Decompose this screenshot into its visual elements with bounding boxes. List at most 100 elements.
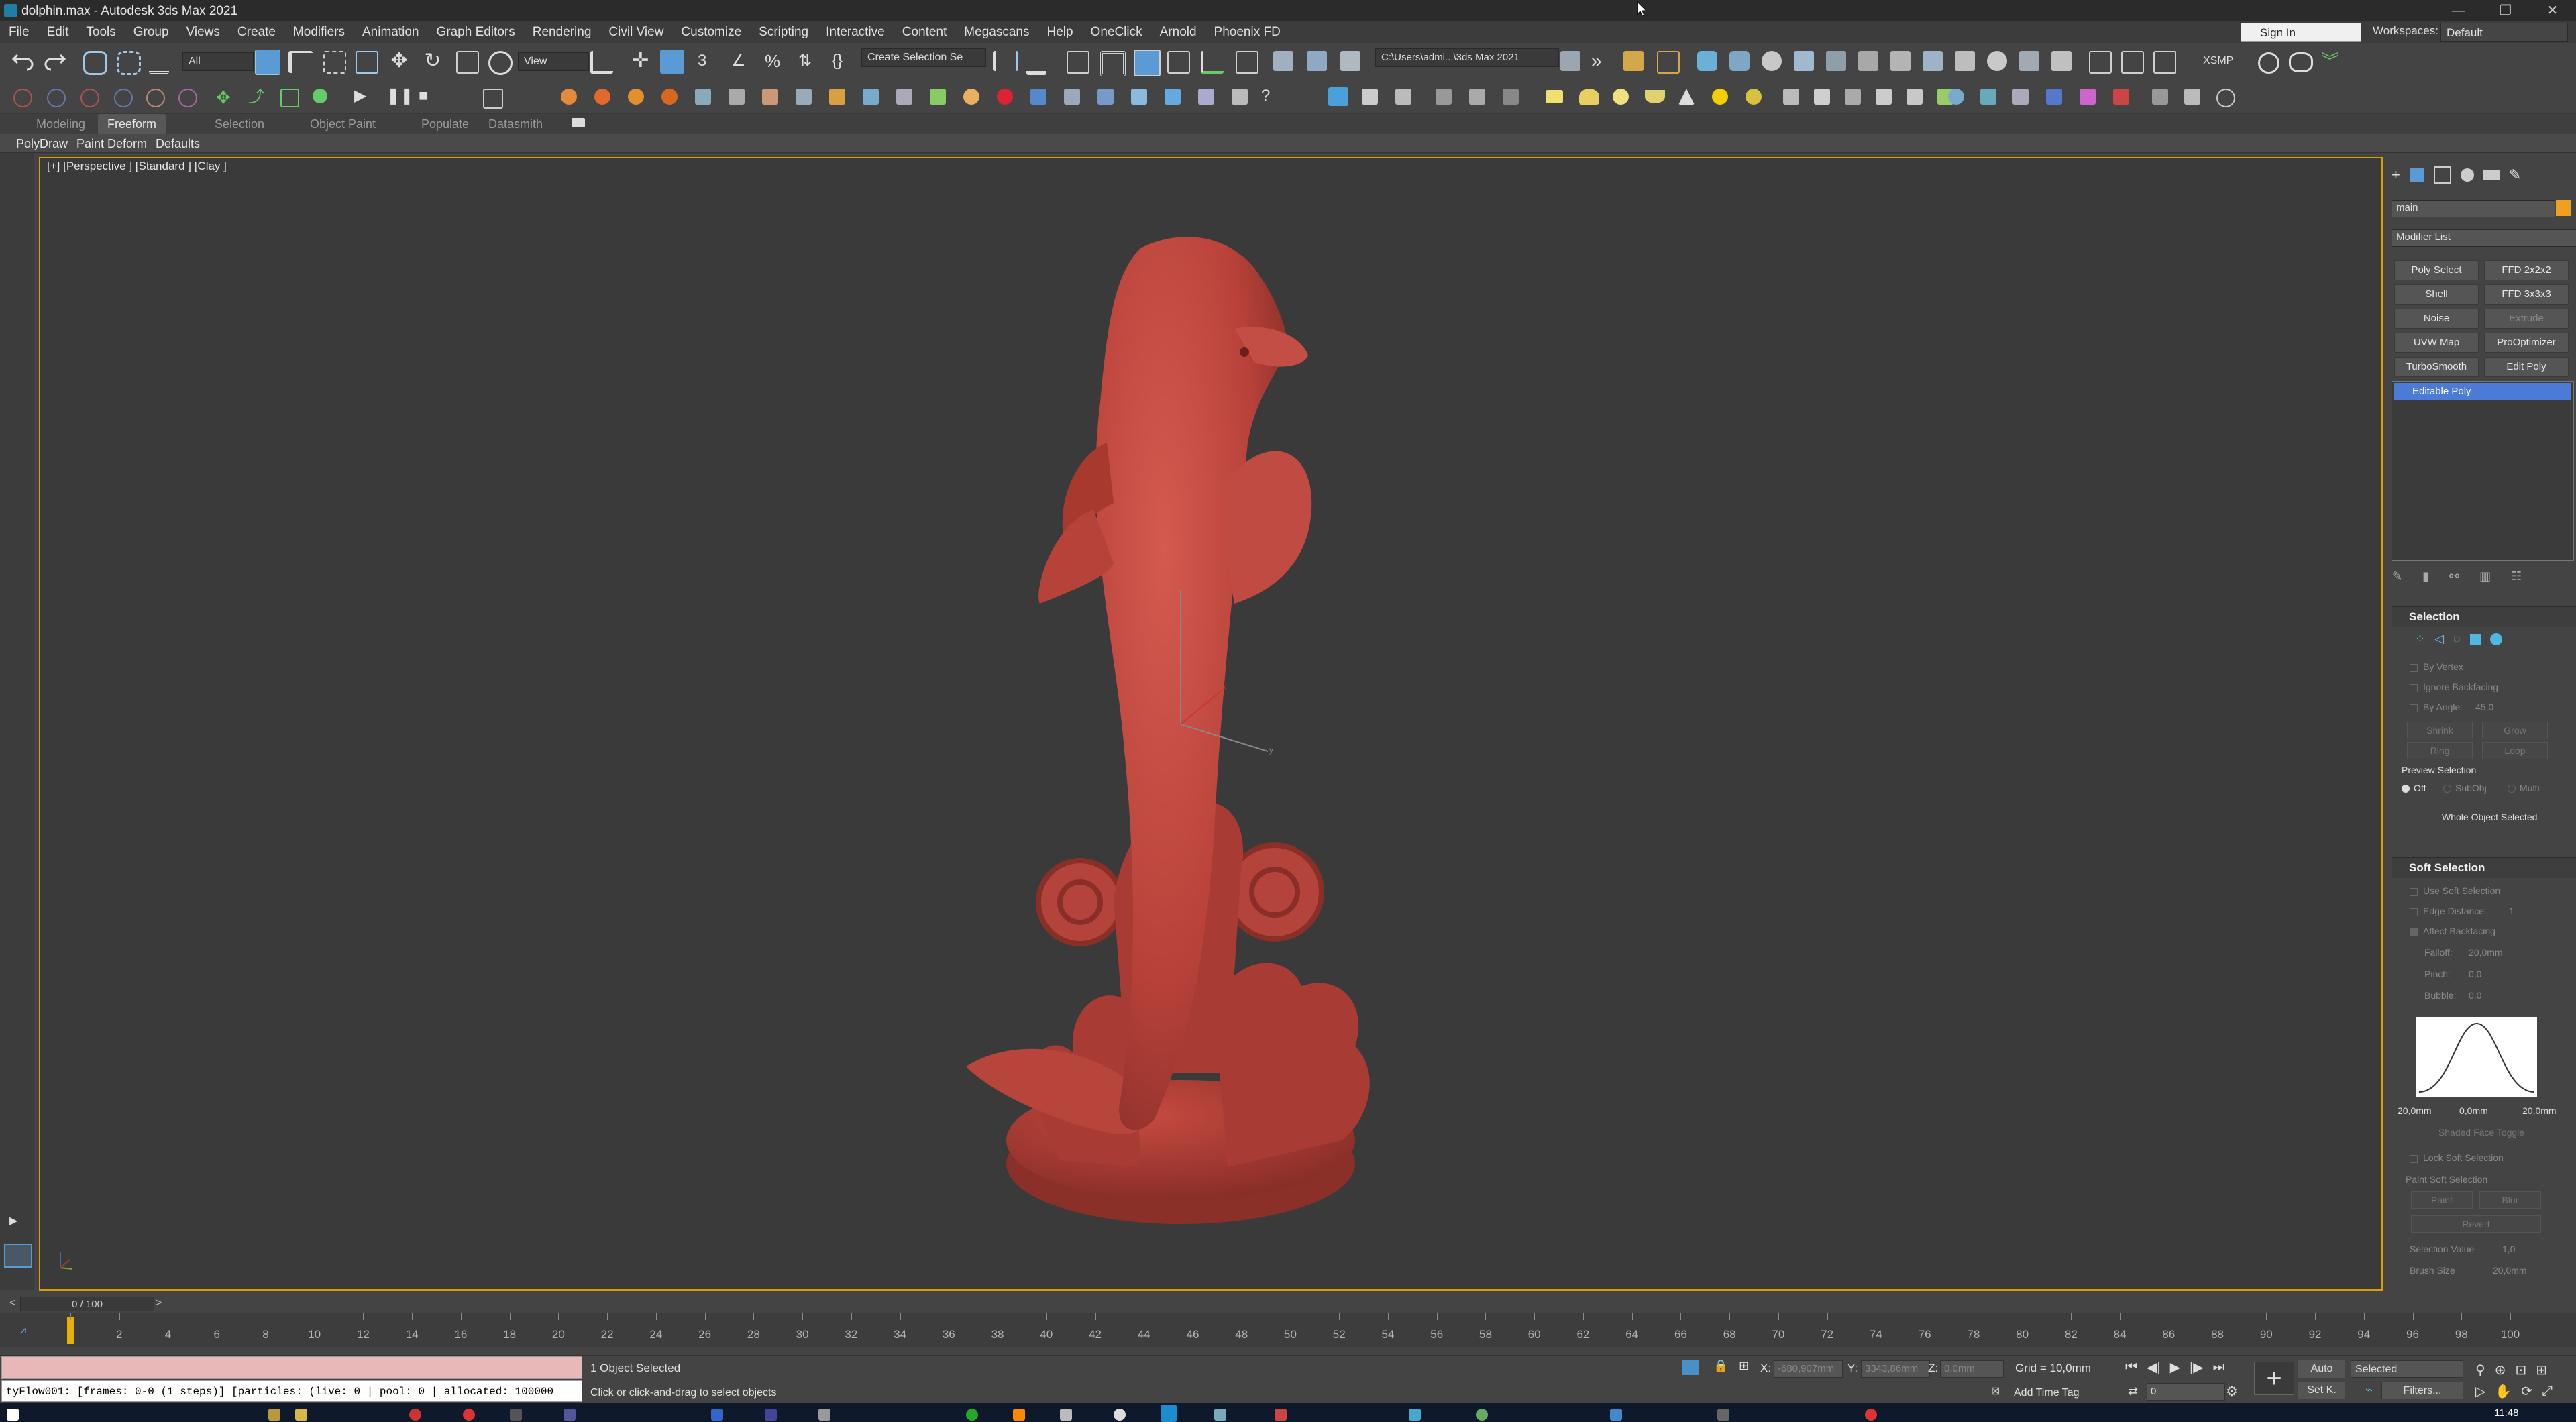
uvw-map-button[interactable]: UVW Map	[2394, 333, 2479, 353]
arnold-icon-5[interactable]	[1826, 51, 1846, 71]
menu-create[interactable]: Create	[229, 21, 284, 43]
tool2-icon-l[interactable]	[1783, 89, 1799, 105]
tool2-icon-u[interactable]	[2046, 89, 2062, 105]
preview-off-radio[interactable]	[2402, 785, 2410, 793]
time-cursor[interactable]	[67, 1317, 74, 1344]
configure-sets-icon[interactable]: ☷	[2511, 569, 2522, 584]
zoom-all-icon[interactable]: ⊕	[2495, 1362, 2506, 1378]
align-icon[interactable]	[1026, 51, 1046, 75]
script-list-icon[interactable]	[483, 89, 503, 109]
tool2-help-icon[interactable]	[2216, 89, 2235, 107]
tool2-icon-m[interactable]	[1814, 89, 1830, 105]
keyboard-shortcut-override-icon[interactable]	[660, 50, 684, 74]
edit-named-selection-icon[interactable]: {}	[832, 51, 852, 71]
tool2-icon-2[interactable]	[47, 89, 66, 107]
next-frame-icon[interactable]: |▶	[2190, 1359, 2204, 1376]
soft-selection-rollout-header[interactable]: Soft Selection	[2392, 857, 2576, 878]
tool2-icon-p[interactable]	[1907, 89, 1923, 105]
time-next-icon[interactable]: >	[156, 1297, 162, 1309]
tool2-icon-b[interactable]	[1395, 89, 1411, 105]
by-angle-value[interactable]: 45,0	[2475, 702, 2493, 712]
phoenix-icon-2[interactable]	[729, 89, 745, 105]
set-key-button[interactable]: Set K.	[2298, 1382, 2345, 1399]
tool2-icon-e[interactable]	[1503, 89, 1519, 105]
start-icon[interactable]	[7, 1409, 19, 1421]
shaded-face-toggle-button[interactable]: Shaded Face Toggle	[2404, 1124, 2559, 1140]
phoenix-icon-12[interactable]	[1064, 89, 1080, 105]
select-object-icon[interactable]	[255, 50, 280, 75]
show-end-result-icon[interactable]: ▮	[2422, 569, 2429, 584]
plugin-panel-icon[interactable]	[1657, 51, 1680, 74]
go-to-end-icon[interactable]: ⏭	[2213, 1360, 2225, 1375]
viewport-layout-icon-2[interactable]	[2121, 51, 2144, 74]
bind-spacewarp-icon[interactable]	[149, 51, 169, 74]
tool2-dot-icon[interactable]	[313, 89, 327, 103]
stop-icon[interactable]: ■	[419, 86, 439, 106]
object-name-field[interactable]: main	[2392, 200, 2555, 217]
noise-button[interactable]: Noise	[2394, 309, 2479, 329]
maxscript-listener-input[interactable]	[1, 1356, 582, 1379]
prooptimizer-button[interactable]: ProOptimizer	[2484, 333, 2569, 353]
tool-icon-b[interactable]	[2289, 52, 2313, 72]
tool-icon-a[interactable]	[2258, 52, 2279, 74]
menu-file[interactable]: File	[0, 21, 38, 43]
tool2-icon-d[interactable]	[1469, 89, 1485, 105]
expand-arrow-icon[interactable]: ▶	[9, 1214, 17, 1227]
blur-button[interactable]: Blur	[2479, 1191, 2541, 1209]
tool2-icon-w[interactable]	[2113, 89, 2129, 105]
tool2-icon-i[interactable]	[1645, 90, 1665, 103]
redo-icon[interactable]	[44, 51, 67, 71]
go-to-start-icon[interactable]: ⏮	[2125, 1360, 2137, 1375]
fire-icon-3[interactable]	[628, 89, 644, 105]
object-color-swatch[interactable]	[2556, 200, 2571, 216]
polygon-icon[interactable]	[2469, 633, 2481, 645]
taskbar-app-icon-4[interactable]	[463, 1409, 475, 1421]
make-unique-icon[interactable]: ⚯	[2449, 569, 2459, 584]
phoenix-icon-6[interactable]	[863, 89, 879, 105]
taskbar-app-icon-18[interactable]	[1610, 1409, 1622, 1421]
tool2-box-icon[interactable]	[280, 89, 299, 107]
phoenix-icon-8[interactable]	[930, 89, 946, 105]
phoenix-icon-10[interactable]	[997, 89, 1013, 105]
select-rotate-icon[interactable]: ↻	[423, 51, 443, 71]
active-tool-icon[interactable]	[1328, 87, 1348, 106]
taskbar-app-icon-17[interactable]	[1476, 1409, 1488, 1421]
phoenix-icon-14[interactable]	[1131, 89, 1147, 105]
remove-modifier-icon[interactable]: ▥	[2479, 569, 2491, 584]
taskbar-app-icon-11[interactable]	[1013, 1409, 1025, 1421]
phoenix-icon-4[interactable]	[796, 89, 812, 105]
edge-distance-checkbox[interactable]	[2410, 908, 2418, 916]
tool2-icon-t[interactable]	[2012, 89, 2029, 105]
orbit-icon[interactable]: ⟳	[2521, 1383, 2532, 1400]
menu-help[interactable]: Help	[1038, 21, 1081, 43]
hierarchy-tab-icon[interactable]	[2433, 166, 2451, 184]
reference-coord-dropdown[interactable]: View	[518, 52, 589, 71]
play-animation-icon[interactable]: ▶	[2170, 1359, 2180, 1376]
arnold-icon-7[interactable]	[1890, 51, 1911, 71]
zoom-extents-icon[interactable]: ⊡	[2515, 1362, 2526, 1378]
select-by-name-icon[interactable]	[288, 51, 313, 73]
rect-select-region-icon[interactable]	[323, 51, 346, 74]
maximize-viewport-icon[interactable]: ⤢	[2542, 1384, 2553, 1399]
tool2-icon-x[interactable]	[2152, 89, 2168, 105]
selection-rollout-header[interactable]: Selection	[2392, 606, 2576, 627]
link-icon[interactable]	[83, 51, 107, 75]
menu-phoenix-fd[interactable]: Phoenix FD	[1205, 21, 1289, 43]
percent-snap-icon[interactable]: %	[765, 51, 785, 71]
utilities-tab-icon[interactable]: ✎	[2509, 166, 2521, 184]
fire-icon-4[interactable]	[661, 89, 678, 105]
snaps-toggle-icon[interactable]: 3	[698, 51, 718, 71]
taskbar-app-icon-8[interactable]	[765, 1409, 777, 1421]
viewport-layout-icon-3[interactable]	[2153, 51, 2176, 74]
close-button[interactable]: ✕	[2529, 0, 2576, 21]
modify-tab-icon[interactable]	[2409, 168, 2424, 182]
tool2-move-icon[interactable]: ✥	[216, 87, 236, 107]
window-crossing-icon[interactable]	[356, 51, 378, 74]
workspaces-dropdown[interactable]: Default	[2440, 23, 2568, 42]
subtab-polydraw[interactable]: PolyDraw	[16, 134, 68, 153]
key-mode-icon[interactable]: ⇄	[2128, 1384, 2138, 1399]
menu-interactive[interactable]: Interactive	[817, 21, 894, 43]
taskbar-app-icon-1[interactable]	[268, 1409, 280, 1421]
phoenix-icon-3[interactable]	[762, 89, 778, 105]
arnold-icon-12[interactable]	[2051, 51, 2072, 71]
